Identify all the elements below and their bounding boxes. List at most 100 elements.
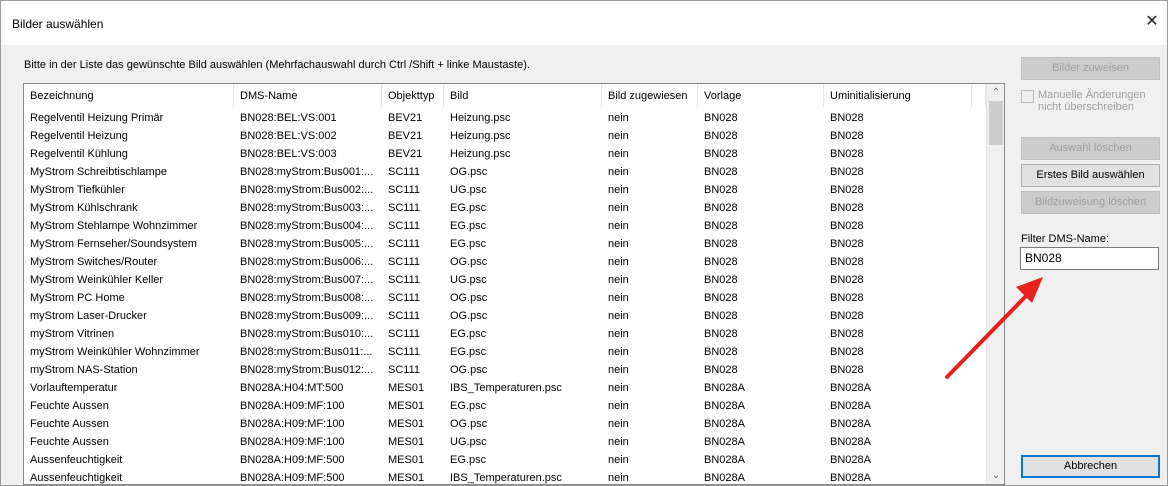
table-cell: OG.psc: [450, 310, 488, 322]
table-cell: Regelventil Kühlung: [30, 148, 128, 160]
table-cell: MyStrom Kühlschrank: [30, 202, 138, 214]
table-cell: BN028:myStrom:Bus004:...: [240, 220, 374, 232]
cancel-button[interactable]: Abbrechen: [1021, 455, 1160, 478]
title-bar: Bilder auswählen ✕: [1, 1, 1167, 45]
table-row[interactable]: Regelventil Heizung BN028:BEL:VS:002 BEV21…: [24, 127, 986, 145]
table-cell: BN028: [704, 184, 738, 196]
table-cell: BN028: [704, 220, 738, 232]
column-header-bild-zugewiesen[interactable]: Bild zugewiesen: [602, 84, 698, 107]
column-header-empty[interactable]: [972, 84, 986, 107]
table-cell: BN028:myStrom:Bus006:...: [240, 256, 374, 268]
table-row[interactable]: myStrom Laser-Drucker BN028:myStrom:Bus00…: [24, 307, 986, 325]
table-cell: Feuchte Aussen: [30, 436, 109, 448]
table-cell: EG.psc: [450, 454, 487, 466]
table-cell: MES01: [388, 472, 425, 484]
table-cell: BN028: [704, 292, 738, 304]
table-cell: BN028: [830, 238, 864, 250]
clear-selection-button[interactable]: Auswahl löschen: [1021, 137, 1160, 160]
table-cell: nein: [608, 328, 629, 340]
column-header-bezeichnung[interactable]: Bezeichnung: [24, 84, 234, 107]
table-row[interactable]: myStrom NAS-Station BN028:myStrom:Bus012:…: [24, 361, 986, 379]
table-cell: SC111: [388, 184, 421, 196]
filter-dms-name-input[interactable]: BN028: [1020, 247, 1159, 270]
select-first-image-button[interactable]: Erstes Bild auswählen: [1021, 164, 1160, 187]
table-cell: BN028A: [830, 472, 871, 484]
table-row[interactable]: MyStrom Stehlampe Wohnzimmer BN028:myStro…: [24, 217, 986, 235]
table-cell: OG.psc: [450, 166, 488, 178]
table-cell: EG.psc: [450, 400, 487, 412]
table-row[interactable]: MyStrom Weinkühler Keller BN028:myStrom:B…: [24, 271, 986, 289]
list-rows: Regelventil Heizung Primär BN028:BEL:VS:0…: [24, 109, 986, 484]
image-list[interactable]: Bezeichnung DMS-Name Objekttyp Bild Bild…: [23, 83, 1005, 485]
table-cell: BN028: [704, 112, 738, 124]
table-cell: nein: [608, 112, 629, 124]
table-cell: BN028A: [830, 418, 871, 430]
table-row[interactable]: Regelventil Kühlung BN028:BEL:VS:003 BEV21…: [24, 145, 986, 163]
table-cell: nein: [608, 148, 629, 160]
table-cell: SC111: [388, 328, 421, 340]
table-cell: BN028:myStrom:Bus003:...: [240, 202, 374, 214]
table-cell: Feuchte Aussen: [30, 418, 109, 430]
table-cell: myStrom Vitrinen: [30, 328, 115, 340]
bilder-auswaehlen-dialog: Bilder auswählen ✕ Bitte in der Liste da…: [0, 0, 1168, 486]
table-row[interactable]: Feuchte Aussen BN028A:H09:MF:100 MES01 UG.p…: [24, 433, 986, 451]
manual-changes-checkbox[interactable]: [1021, 90, 1034, 103]
table-cell: Feuchte Aussen: [30, 400, 109, 412]
column-header-bild[interactable]: Bild: [444, 84, 602, 107]
table-cell: BN028A: [704, 454, 745, 466]
table-cell: BN028:myStrom:Bus011:...: [240, 346, 373, 358]
table-row[interactable]: Regelventil Heizung Primär BN028:BEL:VS:0…: [24, 109, 986, 127]
table-cell: BN028: [830, 148, 864, 160]
table-row[interactable]: MyStrom Tiefkühler BN028:myStrom:Bus002:.…: [24, 181, 986, 199]
column-header-objekttyp[interactable]: Objekttyp: [382, 84, 444, 107]
assign-images-button[interactable]: Bilder zuweisen: [1021, 57, 1160, 80]
table-cell: nein: [608, 346, 629, 358]
table-cell: MyStrom PC Home: [30, 292, 125, 304]
scroll-up-icon[interactable]: ⌃: [987, 84, 1004, 101]
table-cell: Heizung.psc: [450, 148, 511, 160]
table-cell: MyStrom Stehlampe Wohnzimmer: [30, 220, 198, 232]
table-row[interactable]: Aussenfeuchtigkeit BN028A:H09:MF:500 MES01…: [24, 451, 986, 469]
table-cell: Vorlauftemperatur: [30, 382, 118, 394]
table-cell: BEV21: [388, 130, 423, 142]
column-header-vorlage[interactable]: Vorlage: [698, 84, 824, 107]
table-cell: UG.psc: [450, 274, 487, 286]
table-cell: IBS_Temperaturen.psc: [450, 472, 562, 484]
table-cell: BN028:myStrom:Bus001:...: [240, 166, 374, 178]
scroll-thumb[interactable]: [989, 101, 1003, 145]
table-cell: nein: [608, 364, 629, 376]
column-header-uminitialisierung[interactable]: Uminitialisierung: [824, 84, 972, 107]
table-cell: myStrom Laser-Drucker: [30, 310, 147, 322]
table-row[interactable]: Feuchte Aussen BN028A:H09:MF:100 MES01 OG.p…: [24, 415, 986, 433]
table-cell: MyStrom Fernseher/Soundsystem: [30, 238, 197, 250]
column-header-dms-name[interactable]: DMS-Name: [234, 84, 382, 107]
table-row[interactable]: MyStrom PC Home BN028:myStrom:Bus008:... S…: [24, 289, 986, 307]
close-icon[interactable]: ✕: [1137, 7, 1167, 37]
table-cell: BN028A: [704, 436, 745, 448]
table-row[interactable]: Aussenfeuchtigkeit BN028A:H09:MF:500 MES01…: [24, 469, 986, 484]
table-row[interactable]: myStrom Vitrinen BN028:myStrom:Bus010:...…: [24, 325, 986, 343]
window-title: Bilder auswählen: [12, 17, 104, 31]
table-row[interactable]: Vorlauftemperatur BN028A:H04:MT:500 MES01 I…: [24, 379, 986, 397]
table-row[interactable]: MyStrom Kühlschrank BN028:myStrom:Bus003:…: [24, 199, 986, 217]
table-row[interactable]: MyStrom Fernseher/Soundsystem BN028:myStr…: [24, 235, 986, 253]
table-row[interactable]: MyStrom Switches/Router BN028:myStrom:Bus…: [24, 253, 986, 271]
table-row[interactable]: myStrom Weinkühler Wohnzimmer BN028:myStr…: [24, 343, 986, 361]
table-cell: MES01: [388, 418, 425, 430]
table-cell: myStrom NAS-Station: [30, 364, 138, 376]
table-cell: OG.psc: [450, 364, 488, 376]
table-cell: BN028: [704, 328, 738, 340]
table-row[interactable]: MyStrom Schreibtischlampe BN028:myStrom:B…: [24, 163, 986, 181]
vertical-scrollbar[interactable]: ⌃ ⌄: [986, 84, 1004, 484]
table-cell: UG.psc: [450, 184, 487, 196]
table-row[interactable]: Feuchte Aussen BN028A:H09:MF:100 MES01 EG.p…: [24, 397, 986, 415]
table-cell: BN028: [704, 256, 738, 268]
table-cell: nein: [608, 400, 629, 412]
table-cell: OG.psc: [450, 256, 488, 268]
table-cell: MyStrom Tiefkühler: [30, 184, 125, 196]
table-cell: nein: [608, 202, 629, 214]
scroll-down-icon[interactable]: ⌄: [987, 467, 1004, 484]
delete-assignment-button[interactable]: Bildzuweisung löschen: [1021, 191, 1160, 214]
table-cell: nein: [608, 436, 629, 448]
table-cell: BN028: [830, 220, 864, 232]
